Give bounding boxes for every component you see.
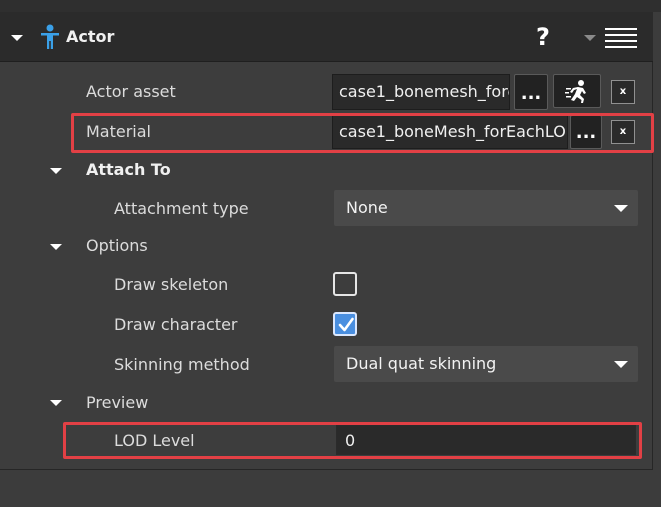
chevron-down-icon bbox=[614, 205, 628, 212]
animation-run-button[interactable] bbox=[553, 74, 601, 108]
actor-person-icon bbox=[40, 24, 60, 50]
collapse-arrow-icon[interactable] bbox=[11, 35, 23, 41]
running-figure-icon bbox=[565, 79, 591, 105]
menu-icon[interactable] bbox=[605, 28, 637, 48]
dropdown-arrow-icon[interactable] bbox=[584, 35, 596, 41]
skinning-method-value: Dual quat skinning bbox=[346, 354, 497, 373]
checkmark-icon bbox=[337, 316, 355, 334]
actor-asset-field[interactable]: case1_bonemesh_foreachLOD bbox=[332, 74, 510, 110]
chevron-down-icon bbox=[614, 361, 628, 368]
attach-to-section-title: Attach To bbox=[86, 160, 171, 179]
preview-section-title: Preview bbox=[86, 393, 149, 412]
attachment-type-value: None bbox=[346, 198, 388, 217]
material-highlight-box bbox=[71, 113, 654, 153]
draw-character-checkbox[interactable] bbox=[333, 312, 357, 336]
preview-collapse-arrow-icon[interactable] bbox=[50, 400, 62, 406]
skinning-method-dropdown[interactable]: Dual quat skinning bbox=[334, 346, 638, 382]
options-collapse-arrow-icon[interactable] bbox=[50, 244, 62, 250]
attachment-type-dropdown[interactable]: None bbox=[334, 190, 638, 226]
panel-title: Actor bbox=[66, 27, 115, 46]
actor-asset-label: Actor asset bbox=[86, 82, 176, 101]
actor-asset-clear-button[interactable]: x bbox=[611, 80, 635, 104]
options-section-title: Options bbox=[86, 236, 148, 255]
draw-character-label: Draw character bbox=[114, 315, 238, 334]
attachment-type-label: Attachment type bbox=[114, 199, 249, 218]
lod-level-highlight-box bbox=[63, 422, 642, 459]
draw-skeleton-checkbox[interactable] bbox=[333, 272, 357, 296]
skinning-method-label: Skinning method bbox=[114, 355, 250, 374]
draw-skeleton-label: Draw skeleton bbox=[114, 275, 229, 294]
top-strip bbox=[0, 0, 661, 12]
help-icon[interactable]: ? bbox=[536, 23, 550, 51]
browse-label: ... bbox=[520, 83, 542, 104]
attach-to-collapse-arrow-icon[interactable] bbox=[50, 168, 62, 174]
panel-header: Actor ? bbox=[0, 12, 653, 62]
actor-asset-browse-button[interactable]: ... bbox=[514, 74, 548, 110]
